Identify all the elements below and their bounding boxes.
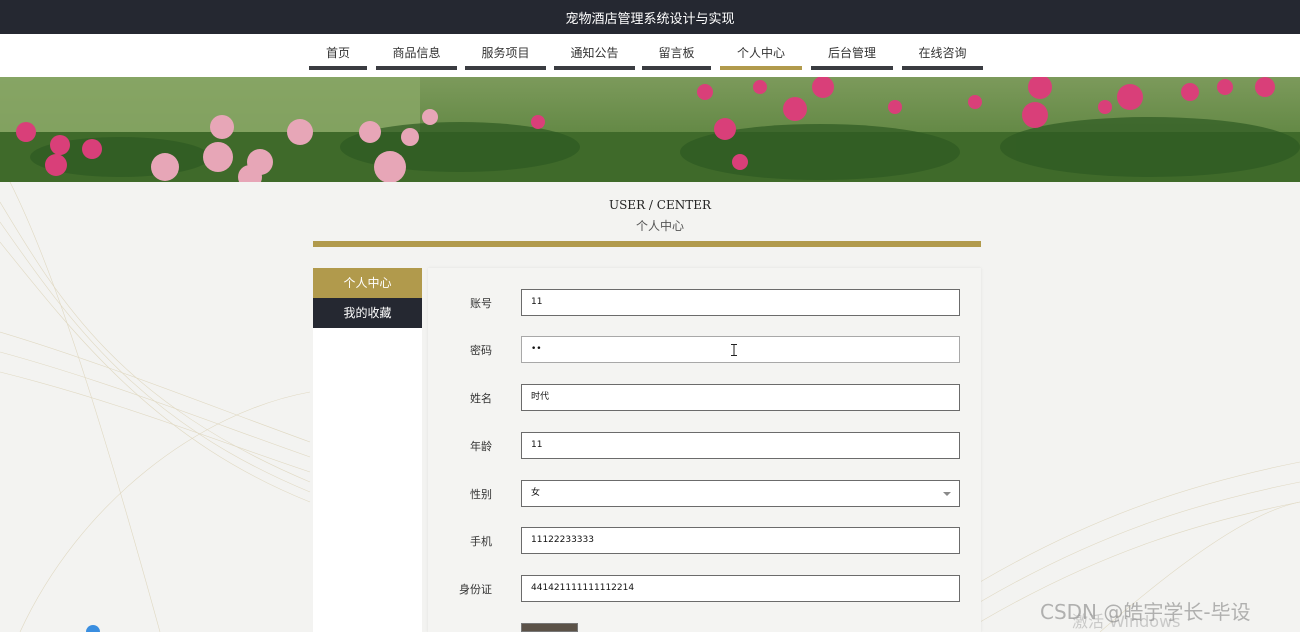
name-input[interactable]: 时代: [521, 384, 960, 411]
form-row-account: 账号 11: [428, 289, 981, 316]
section-divider: [313, 241, 981, 247]
nav-item-admin[interactable]: 后台管理: [811, 44, 893, 70]
form-row-gender: 性别 女: [428, 480, 981, 507]
gender-label: 性别: [470, 488, 492, 501]
nav-underline: [376, 66, 457, 70]
account-label: 账号: [470, 297, 492, 310]
nav-underline: [811, 66, 893, 70]
phone-input[interactable]: 11122233333: [521, 527, 960, 554]
nav-item-label: 服务项目: [481, 46, 530, 60]
nav-item-message-board[interactable]: 留言板: [642, 44, 711, 70]
text-cursor-icon: [731, 344, 737, 356]
nav-underline: [642, 66, 711, 70]
nav-item-label: 后台管理: [827, 46, 876, 60]
nav-item-label: 首页: [325, 46, 350, 60]
activate-windows-watermark: 激活 Windows: [1072, 612, 1181, 631]
nav-item-label: 留言板: [658, 46, 695, 60]
form-row-id-card: 身份证 441421111111112214: [428, 575, 981, 602]
form-row-phone: 手机 11122233333: [428, 527, 981, 554]
form-row-password: 密码 ••: [428, 336, 981, 363]
password-label: 密码: [470, 344, 492, 357]
gender-select[interactable]: 女: [521, 480, 960, 507]
nav-item-label: 通知公告: [570, 46, 619, 60]
nav-item-online-consult[interactable]: 在线咨询: [902, 44, 983, 70]
user-sidebar: 个人中心 我的收藏: [313, 268, 422, 632]
form-row-name: 姓名 时代: [428, 384, 981, 411]
top-title-bar: 宠物酒店管理系统设计与实现: [0, 0, 1300, 34]
flower-banner: [0, 77, 1300, 182]
app-title: 宠物酒店管理系统设计与实现: [565, 12, 735, 27]
nav-underline: [554, 66, 635, 70]
banner-image: [0, 77, 1300, 182]
nav-item-products[interactable]: 商品信息: [376, 44, 457, 70]
nav-item-user-center[interactable]: 个人中心: [720, 44, 802, 70]
name-label: 姓名: [470, 392, 492, 405]
sidebar-item-favorites[interactable]: 我的收藏: [313, 298, 422, 328]
avatar-image[interactable]: [521, 623, 578, 632]
password-input[interactable]: ••: [521, 336, 960, 363]
form-row-age: 年龄 11: [428, 432, 981, 459]
nav-underline: [309, 66, 367, 70]
age-label: 年龄: [470, 440, 492, 453]
nav-item-services[interactable]: 服务项目: [465, 44, 546, 70]
id-card-label: 身份证: [459, 583, 492, 596]
nav-underline-active: [720, 66, 802, 70]
age-input[interactable]: 11: [521, 432, 960, 459]
nav-item-label: 在线咨询: [918, 46, 967, 60]
main-nav: 首页 商品信息 服务项目 通知公告 留言板 个人中心 后台管理 在线咨询: [0, 34, 1300, 77]
profile-form: 账号 11 密码 •• 姓名 时代 年龄 11 性别 女 手机 11122233…: [428, 268, 981, 632]
account-input[interactable]: 11: [521, 289, 960, 316]
nav-underline: [902, 66, 983, 70]
nav-item-label: 个人中心: [736, 46, 785, 60]
section-title-cn: 个人中心: [635, 219, 684, 233]
nav-underline: [465, 66, 546, 70]
section-title-en: USER / CENTER: [608, 198, 712, 212]
sidebar-item-user-center[interactable]: 个人中心: [313, 268, 422, 298]
phone-label: 手机: [470, 535, 492, 548]
nav-item-label: 商品信息: [392, 46, 441, 60]
nav-item-notices[interactable]: 通知公告: [554, 44, 635, 70]
id-card-input[interactable]: 441421111111112214: [521, 575, 960, 602]
nav-item-home[interactable]: 首页: [309, 44, 367, 70]
floating-dot-icon[interactable]: [86, 625, 100, 632]
